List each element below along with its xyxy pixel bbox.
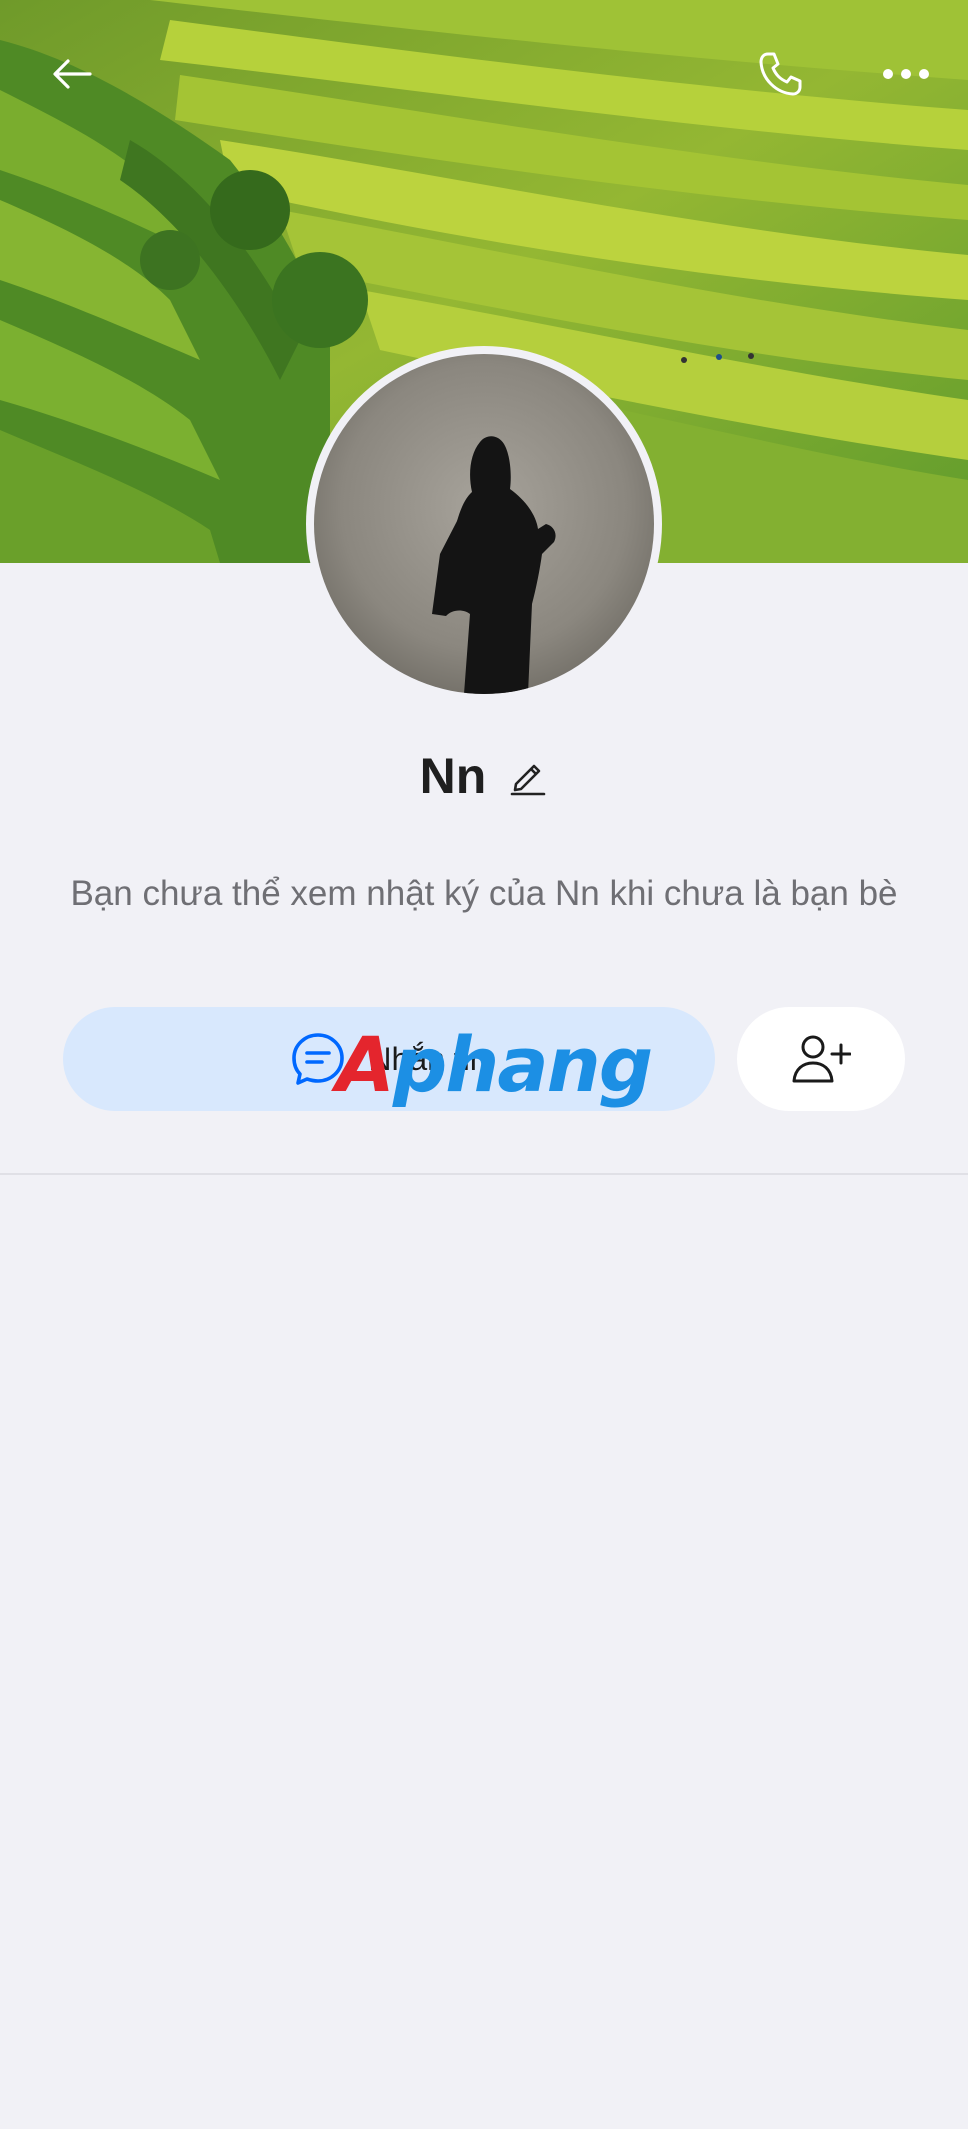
profile-name-row: Nn xyxy=(0,740,968,812)
avatar[interactable] xyxy=(314,354,654,694)
back-button[interactable] xyxy=(36,38,108,110)
add-user-icon xyxy=(792,1035,851,1083)
avatar-frame xyxy=(306,346,662,702)
call-button[interactable] xyxy=(744,38,816,110)
section-divider xyxy=(0,1173,968,1175)
profile-name: Nn xyxy=(419,748,487,804)
phone-icon xyxy=(759,52,802,96)
add-friend-button[interactable] xyxy=(737,1007,905,1111)
message-button[interactable]: Nhắn tin xyxy=(63,1007,715,1111)
more-button[interactable] xyxy=(870,38,942,110)
arrow-left-icon xyxy=(53,59,92,89)
chat-bubble-icon xyxy=(292,1033,345,1085)
diary-restricted-notice: Bạn chưa thể xem nhật ký của Nn khi chưa… xyxy=(70,874,898,913)
more-horizontal-icon xyxy=(883,69,929,79)
message-button-label: Nhắn tin xyxy=(368,1040,488,1077)
pencil-icon[interactable] xyxy=(508,756,548,796)
